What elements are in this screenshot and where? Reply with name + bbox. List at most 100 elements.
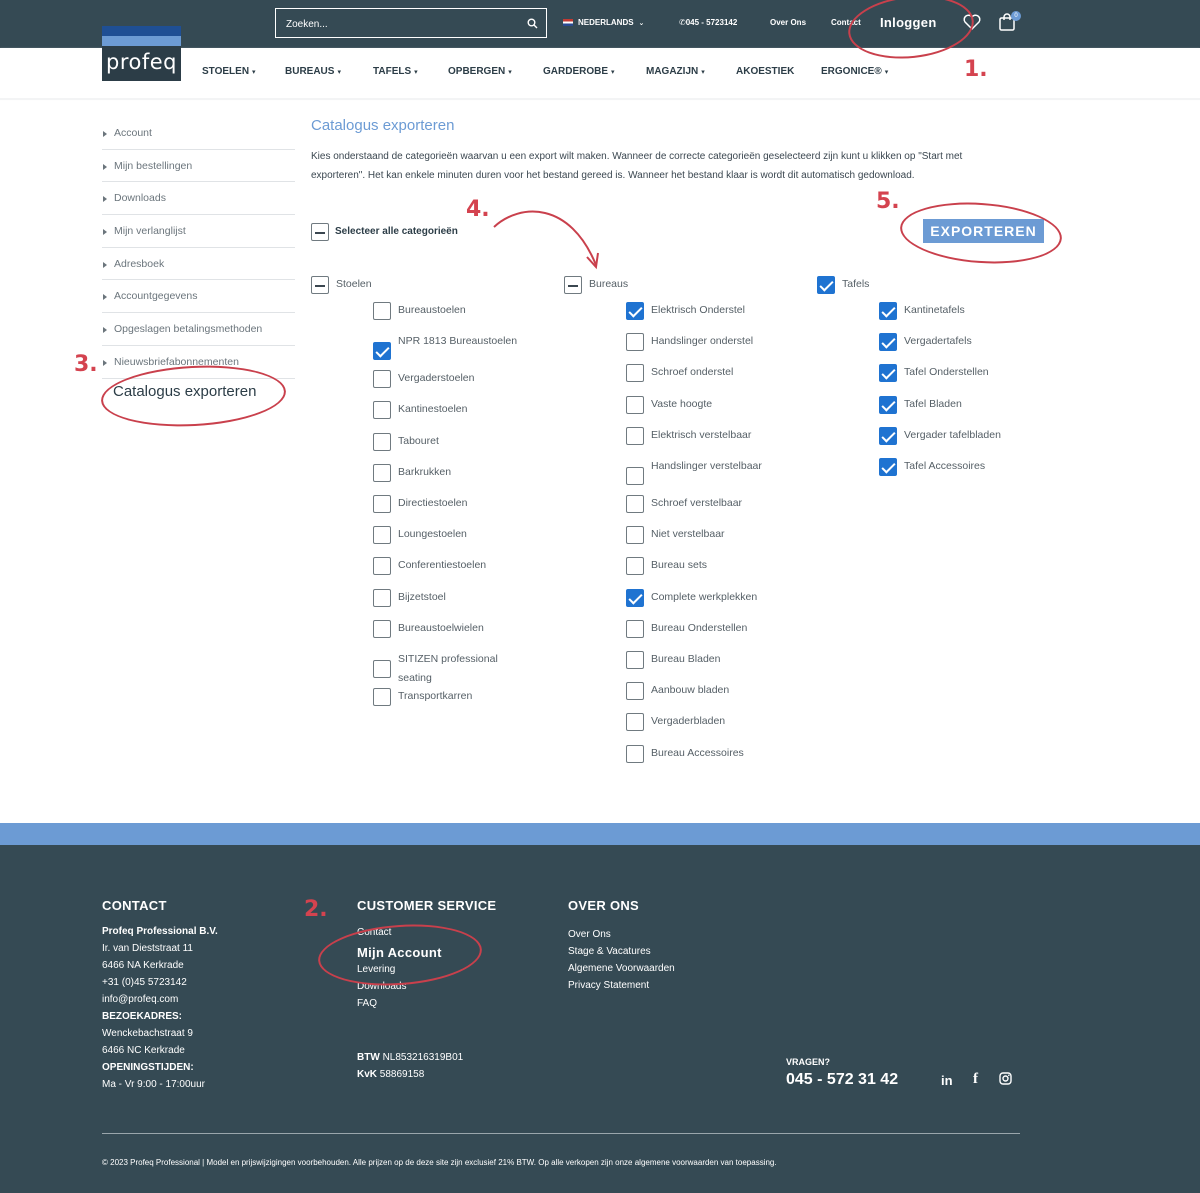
nav-magazijn[interactable]: MAGAZIJN ▾ xyxy=(646,66,705,77)
subcategory-label: Tafel Onderstellen xyxy=(904,366,989,379)
subcategory-checkbox[interactable] xyxy=(373,588,391,607)
search-box[interactable] xyxy=(275,8,547,38)
subcategory-checkbox[interactable] xyxy=(373,341,391,360)
subcategory-checkbox[interactable] xyxy=(373,619,391,638)
company-city: 6466 NA Kerkrade xyxy=(102,960,184,971)
subcategory-checkbox[interactable] xyxy=(373,370,391,389)
footer-service-heading: CUSTOMER SERVICE xyxy=(357,898,497,913)
nav-opbergen[interactable]: OPBERGEN ▾ xyxy=(448,66,512,77)
sidebar-item-downloads[interactable]: Downloads xyxy=(102,182,295,216)
subcategory-checkbox[interactable] xyxy=(373,557,391,576)
page-title: Catalogus exporteren xyxy=(311,117,455,134)
search-input[interactable] xyxy=(286,16,516,32)
subcategory-checkbox[interactable] xyxy=(626,682,644,701)
company-phone[interactable]: +31 (0)45 5723142 xyxy=(102,974,218,991)
nav-tafels[interactable]: TAFELS ▾ xyxy=(373,66,418,77)
subcategory-checkbox[interactable] xyxy=(626,495,644,513)
flag-nl-icon xyxy=(563,19,573,26)
footer-about-heading: OVER ONS xyxy=(568,898,640,913)
language-label: NEDERLANDS xyxy=(578,18,634,27)
phone-number: 045 - 5723142 xyxy=(685,18,738,27)
subcategory-checkbox[interactable] xyxy=(626,526,644,545)
phone-link[interactable]: ✆045 - 5723142 xyxy=(679,18,737,27)
subcategory-checkbox[interactable] xyxy=(373,401,391,420)
subcategory-checkbox[interactable] xyxy=(373,495,391,513)
subcategory-checkbox[interactable] xyxy=(626,744,644,763)
sidebar-item-addressbook[interactable]: Adresboek xyxy=(102,248,295,281)
sidebar-item-payment-methods[interactable]: Opgeslagen betalingsmethoden xyxy=(102,313,295,346)
subcategory-checkbox[interactable] xyxy=(373,688,391,706)
chevron-down-icon: ▾ xyxy=(884,69,889,76)
subcategory-checkbox[interactable] xyxy=(626,302,644,320)
sidebar-item-orders[interactable]: Mijn bestellingen xyxy=(102,150,295,183)
nav-bureaus[interactable]: BUREAUS ▾ xyxy=(285,66,341,77)
footer-stage-link[interactable]: Stage & Vacatures xyxy=(568,943,675,960)
footer-privacy-link[interactable]: Privacy Statement xyxy=(568,977,675,994)
subcategory-checkbox[interactable] xyxy=(879,364,897,383)
subcategory-checkbox[interactable] xyxy=(879,395,897,414)
subcategory-checkbox[interactable] xyxy=(626,426,644,445)
subcategory-checkbox[interactable] xyxy=(373,463,391,482)
logo-stripe-dark xyxy=(102,26,181,36)
nav-garderobe[interactable]: GARDEROBE ▾ xyxy=(543,66,615,77)
chevron-down-icon: ▾ xyxy=(611,69,615,76)
subcategory-checkbox[interactable] xyxy=(373,526,391,545)
subcategory-checkbox[interactable] xyxy=(626,713,644,732)
subcategory-checkbox[interactable] xyxy=(626,466,644,485)
subcategory-checkbox[interactable] xyxy=(626,651,644,669)
footer-faq-link[interactable]: FAQ xyxy=(357,995,377,1012)
btw-value: NL853216319B01 xyxy=(382,1052,464,1063)
subcategory-checkbox[interactable] xyxy=(626,588,644,607)
subcategory-checkbox[interactable] xyxy=(626,395,644,414)
btw-number: BTW NL853216319B01 xyxy=(357,1049,463,1066)
annotation-step-2: 2. xyxy=(304,897,328,922)
category-checkbox-stoelen[interactable] xyxy=(311,276,329,294)
linkedin-icon[interactable]: in xyxy=(941,1073,953,1088)
copyright: © 2023 Profeq Professional | Model en pr… xyxy=(102,1158,777,1167)
footer-voorwaarden-link[interactable]: Algemene Voorwaarden xyxy=(568,960,675,977)
nav-akoestiek[interactable]: AKOESTIEK xyxy=(736,66,794,77)
nav-ergonice[interactable]: ERGONICE® ▾ xyxy=(821,66,888,77)
subcategory-checkbox[interactable] xyxy=(373,432,391,451)
search-icon[interactable] xyxy=(527,16,538,34)
category-checkbox-bureaus[interactable] xyxy=(564,276,582,294)
subcategory-label: SITIZEN professional seating xyxy=(398,653,498,684)
subcategory-checkbox[interactable] xyxy=(626,619,644,638)
subcategory-checkbox[interactable] xyxy=(373,659,391,678)
over-ons-link[interactable]: Over Ons xyxy=(770,18,806,27)
sidebar-item-wishlist[interactable]: Mijn verlanglijst xyxy=(102,215,295,248)
company-email[interactable]: info@profeq.com xyxy=(102,991,218,1008)
subcategory-checkbox[interactable] xyxy=(373,302,391,320)
footer-accent-bar xyxy=(0,823,1200,845)
questions-phone[interactable]: 045 - 572 31 42 xyxy=(786,1070,898,1090)
sidebar-item-account-details[interactable]: Accountgegevens xyxy=(102,280,295,314)
company-street: Ir. van Dieststraat 11 xyxy=(102,943,193,954)
nav-stoelen[interactable]: STOELEN ▾ xyxy=(202,66,256,77)
nav-label: AKOESTIEK xyxy=(736,66,795,77)
subcategory-label: Bureaustoelen xyxy=(398,304,466,316)
nav-label: ERGONICE® xyxy=(821,66,882,77)
subcategory-label: Kantinestoelen xyxy=(398,403,468,416)
subcategory-checkbox[interactable] xyxy=(879,458,897,476)
subcategory-label: Transportkarren xyxy=(398,690,473,702)
instagram-icon[interactable] xyxy=(999,1072,1012,1088)
hours-label: OPENINGSTIJDEN: xyxy=(102,1062,194,1073)
footer-contact-heading: CONTACT xyxy=(102,898,167,913)
subcategory-checkbox[interactable] xyxy=(626,557,644,576)
footer-over-ons-link[interactable]: Over Ons xyxy=(568,926,675,943)
facebook-icon[interactable]: f xyxy=(973,1071,978,1088)
subcategory-checkbox[interactable] xyxy=(879,426,897,445)
category-checkbox-tafels[interactable] xyxy=(817,276,835,294)
footer-about-links: Over Ons Stage & Vacatures Algemene Voor… xyxy=(568,926,675,994)
logo-text: profeq xyxy=(106,50,177,74)
sidebar-item-account[interactable]: Account xyxy=(102,117,295,150)
subcategory-checkbox[interactable] xyxy=(879,333,897,352)
profeq-logo[interactable]: profeq xyxy=(102,26,181,81)
subcategory-checkbox[interactable] xyxy=(879,302,897,320)
category-label: Bureaus xyxy=(589,278,629,290)
subcategory-checkbox[interactable] xyxy=(626,364,644,383)
select-all-checkbox[interactable] xyxy=(311,223,329,241)
language-selector[interactable]: NEDERLANDS ⌄ xyxy=(563,18,644,27)
subcategory-checkbox[interactable] xyxy=(626,333,644,352)
subcategory-label: Elektrisch verstelbaar xyxy=(651,428,752,441)
